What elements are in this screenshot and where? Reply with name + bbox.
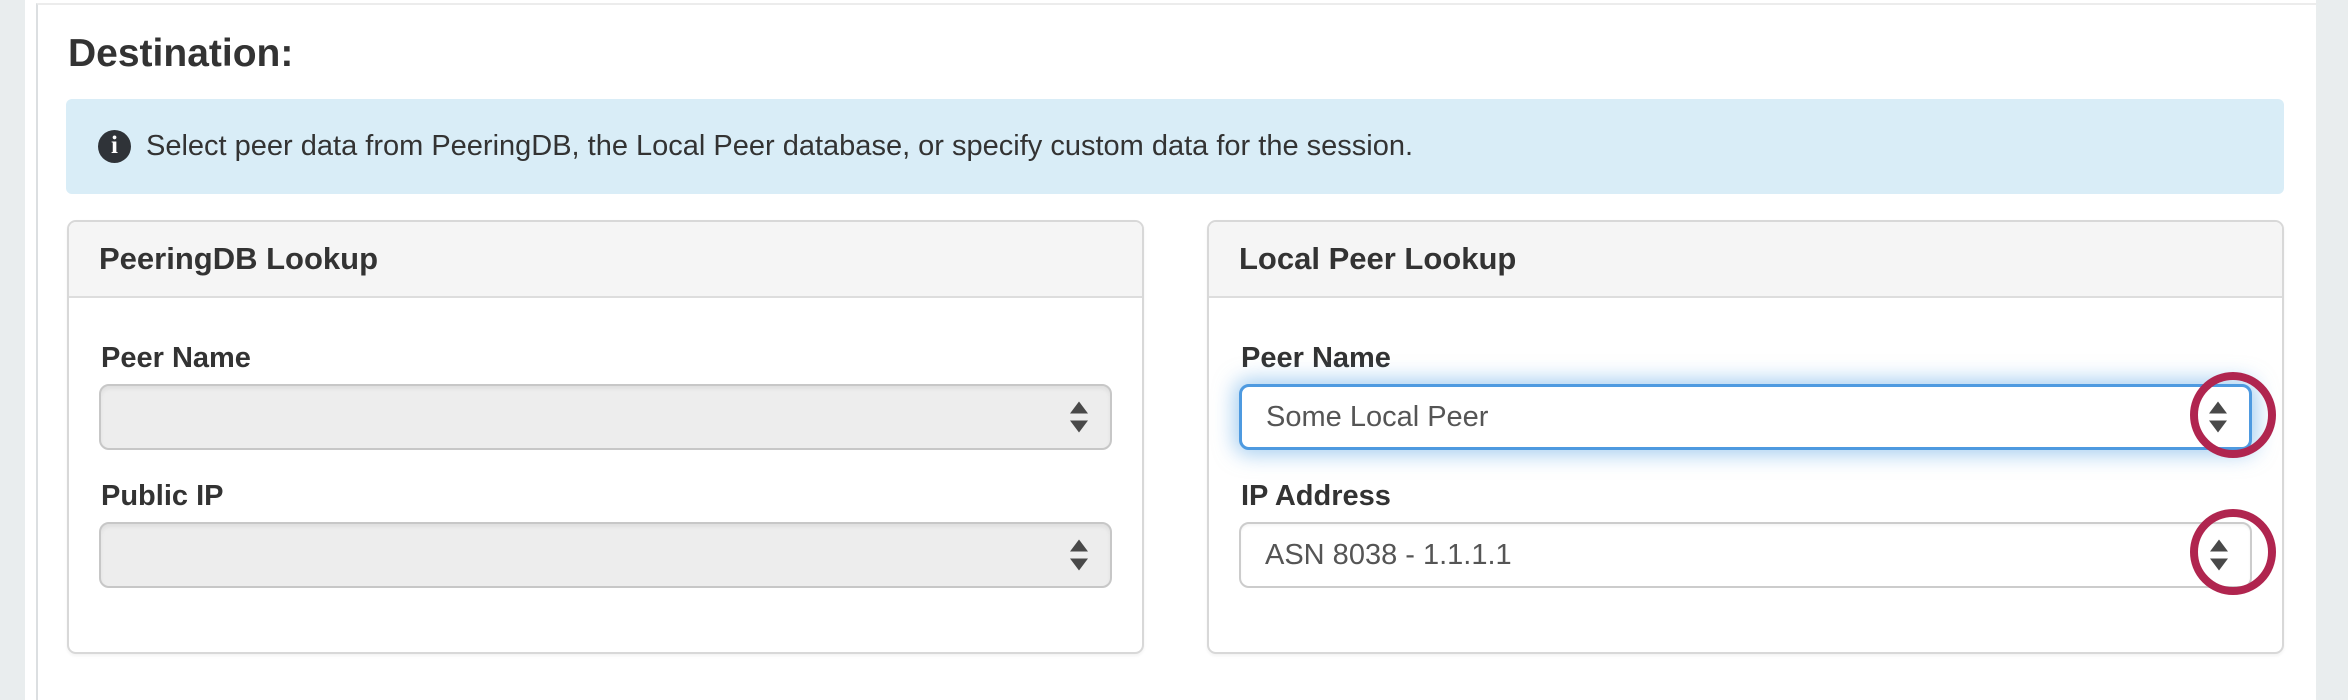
- peeringdb-peer-name-group: Peer Name: [99, 342, 1112, 450]
- peeringdb-peer-name-label: Peer Name: [101, 342, 1112, 374]
- local-peer-name-group: Peer Name Some Local Peer: [1239, 342, 2252, 450]
- local-ip-address-value: ASN 8038 - 1.1.1.1: [1265, 539, 1512, 572]
- select-arrows-icon: [2209, 402, 2227, 433]
- info-circle-icon: i: [98, 130, 131, 163]
- peeringdb-peer-name-select[interactable]: [99, 384, 1112, 450]
- select-arrows-icon: [2210, 540, 2228, 571]
- local-peer-lookup-panel: Local Peer Lookup Peer Name Some Local P…: [1207, 220, 2284, 654]
- info-alert: i Select peer data from PeeringDB, the L…: [66, 99, 2284, 194]
- peeringdb-panel-body: Peer Name Public IP: [69, 298, 1142, 588]
- peeringdb-public-ip-label: Public IP: [101, 480, 1112, 512]
- page: Destination: i Select peer data from Pee…: [0, 0, 2348, 700]
- local-peer-name-select[interactable]: Some Local Peer: [1239, 384, 2252, 450]
- local-peer-name-value: Some Local Peer: [1266, 401, 1488, 434]
- page-gutter-left: [0, 0, 25, 700]
- select-arrows-icon: [1070, 540, 1088, 571]
- lookup-panels-row: PeeringDB Lookup Peer Name Public IP: [67, 220, 2284, 654]
- local-ip-address-select[interactable]: ASN 8038 - 1.1.1.1: [1239, 522, 2252, 588]
- section-title: Destination:: [68, 32, 293, 76]
- local-peer-panel-title: Local Peer Lookup: [1209, 222, 2282, 298]
- local-ip-address-group: IP Address ASN 8038 - 1.1.1.1: [1239, 480, 2252, 588]
- peeringdb-lookup-panel: PeeringDB Lookup Peer Name Public IP: [67, 220, 1144, 654]
- select-arrows-icon: [1070, 402, 1088, 433]
- peeringdb-public-ip-group: Public IP: [99, 480, 1112, 588]
- peeringdb-panel-title: PeeringDB Lookup: [69, 222, 1142, 298]
- local-ip-address-label: IP Address: [1241, 480, 2252, 512]
- peeringdb-public-ip-select[interactable]: [99, 522, 1112, 588]
- scrollbar-track: [2316, 0, 2348, 700]
- local-peer-name-label: Peer Name: [1241, 342, 2252, 374]
- local-peer-panel-body: Peer Name Some Local Peer IP Address ASN…: [1209, 298, 2282, 588]
- info-alert-text: Select peer data from PeeringDB, the Loc…: [146, 130, 1413, 163]
